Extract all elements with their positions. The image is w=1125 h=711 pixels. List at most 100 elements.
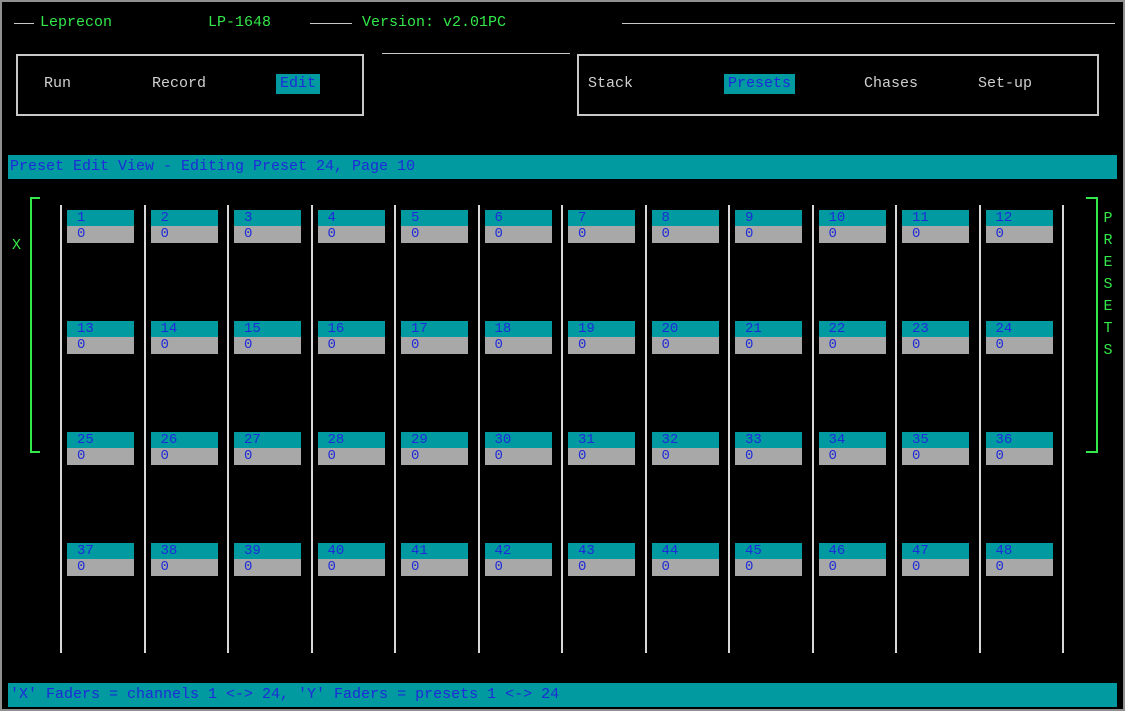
preset-cell[interactable]: 40: [317, 210, 385, 243]
preset-number: 39: [234, 543, 301, 559]
preset-cell[interactable]: 17 0: [401, 321, 468, 354]
fader-track: [644, 205, 647, 653]
preset-level: 0: [67, 337, 134, 354]
preset-cell[interactable]: 27 0: [234, 432, 301, 465]
presets-letter: S: [1103, 276, 1113, 293]
preset-cell[interactable]: 34 0: [818, 432, 886, 465]
preset-cell[interactable]: 22 0: [818, 321, 886, 354]
preset-cell[interactable]: 26 0: [150, 432, 218, 465]
preset-cell[interactable]: 29 0: [401, 432, 468, 465]
preset-cell[interactable]: 40 0: [317, 543, 385, 576]
preset-cell[interactable]: 46 0: [818, 543, 886, 576]
preset-cell[interactable]: 33 0: [735, 432, 802, 465]
preset-cell[interactable]: 47 0: [902, 543, 969, 576]
preset-cell[interactable]: 43 0: [568, 543, 635, 576]
preset-cell[interactable]: 18 0: [484, 321, 552, 354]
preset-cell[interactable]: 23 0: [902, 321, 969, 354]
preset-cell[interactable]: 24 0: [985, 321, 1053, 354]
menu-edit[interactable]: Edit: [276, 74, 321, 94]
preset-cell[interactable]: 48 0: [985, 543, 1053, 576]
preset-cell[interactable]: 60: [484, 210, 552, 243]
preset-level: 0: [902, 559, 969, 576]
version-label: Version: v2.01PC: [362, 14, 507, 31]
preset-cell[interactable]: 16 0: [317, 321, 385, 354]
preset-level: 0: [67, 559, 134, 576]
preset-number: 15: [234, 321, 301, 337]
preset-cell[interactable]: 19 0: [568, 321, 635, 354]
preset-number: 40: [317, 543, 385, 559]
menu-chases[interactable]: Chases: [860, 74, 922, 94]
preset-cell[interactable]: 30: [234, 210, 301, 243]
fader-track: [1062, 205, 1064, 653]
preset-cell[interactable]: 38 0: [150, 543, 218, 576]
menu-run[interactable]: Run: [40, 74, 75, 94]
preset-level: 0: [651, 448, 719, 465]
preset-level: 0: [484, 448, 552, 465]
menu-set-up[interactable]: Set-up: [974, 74, 1036, 94]
preset-number: 44: [651, 543, 719, 559]
preset-level: 0: [317, 226, 385, 243]
preset-number: 9: [735, 210, 802, 226]
fader-track: [978, 205, 981, 653]
preset-cell[interactable]: 44 0: [651, 543, 719, 576]
preset-number: 38: [150, 543, 218, 559]
preset-cell[interactable]: 13 0: [67, 321, 134, 354]
preset-cell[interactable]: 32 0: [651, 432, 719, 465]
presets-letter: T: [1103, 320, 1113, 337]
preset-number: 14: [150, 321, 218, 337]
preset-level: 0: [234, 448, 301, 465]
preset-cell[interactable]: 90: [735, 210, 802, 243]
preset-cell[interactable]: 14 0: [150, 321, 218, 354]
preset-number: 2: [150, 210, 218, 226]
preset-cell[interactable]: 80: [651, 210, 719, 243]
preset-cell[interactable]: 11 0: [902, 210, 969, 243]
preset-cell[interactable]: 35 0: [902, 432, 969, 465]
preset-level: 0: [735, 559, 802, 576]
preset-cell[interactable]: 10: [67, 210, 134, 243]
preset-cell[interactable]: 20 0: [651, 321, 719, 354]
preset-cell[interactable]: 15 0: [234, 321, 301, 354]
preset-cell[interactable]: 37 0: [67, 543, 134, 576]
preset-level: 0: [568, 448, 635, 465]
preset-number: 7: [568, 210, 635, 226]
preset-cell[interactable]: 30 0: [484, 432, 552, 465]
preset-cell[interactable]: 31 0: [568, 432, 635, 465]
fader-track: [394, 205, 396, 653]
preset-number: 25: [67, 432, 134, 448]
preset-number: 3: [234, 210, 301, 226]
menu-stack[interactable]: Stack: [584, 74, 637, 94]
menu-presets[interactable]: Presets: [724, 74, 796, 94]
preset-level: 0: [651, 226, 719, 243]
preset-number: 18: [484, 321, 552, 337]
preset-level: 0: [735, 448, 802, 465]
preset-cell[interactable]: 42 0: [484, 543, 552, 576]
preset-cell[interactable]: 21 0: [735, 321, 802, 354]
preset-number: 37: [67, 543, 134, 559]
preset-cell[interactable]: 28 0: [317, 432, 385, 465]
preset-cell[interactable]: 39 0: [234, 543, 301, 576]
preset-level: 0: [234, 226, 301, 243]
fader-track: [895, 205, 897, 653]
preset-cell[interactable]: 10 0: [818, 210, 886, 243]
preset-number: 12: [985, 210, 1053, 226]
preset-number: 8: [651, 210, 719, 226]
preset-cell[interactable]: 70: [568, 210, 635, 243]
preset-cell[interactable]: 20: [150, 210, 218, 243]
preset-cell[interactable]: 50: [401, 210, 468, 243]
preset-cell[interactable]: 12 0: [985, 210, 1053, 243]
preset-cell[interactable]: 25 0: [67, 432, 134, 465]
preset-level: 0: [67, 226, 134, 243]
preset-number: 17: [401, 321, 468, 337]
preset-cell[interactable]: 36 0: [985, 432, 1053, 465]
fader-track: [227, 205, 229, 653]
preset-cell[interactable]: 45 0: [735, 543, 802, 576]
preset-level: 0: [985, 559, 1053, 576]
preset-number: 5: [401, 210, 468, 226]
preset-number: 48: [985, 543, 1053, 559]
preset-level: 0: [401, 559, 468, 576]
preset-number: 36: [985, 432, 1053, 448]
preset-cell[interactable]: 41 0: [401, 543, 468, 576]
presets-letter: P: [1103, 210, 1113, 227]
preset-level: 0: [818, 226, 886, 243]
menu-record[interactable]: Record: [148, 74, 210, 94]
